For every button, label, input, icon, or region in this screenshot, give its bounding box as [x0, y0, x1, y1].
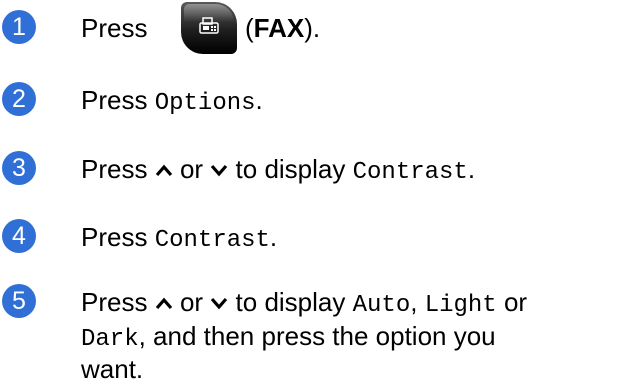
step-4: 4 Press Contrast.	[0, 219, 636, 259]
step-5-line-3: want.	[81, 354, 144, 384]
step-1-text: Press	[81, 13, 147, 43]
contrast-label: Contrast	[154, 227, 270, 254]
chevron-up-icon	[155, 164, 172, 177]
step-number-5: 5	[2, 284, 36, 318]
step-3: 3 Press or to display Contrast.	[0, 151, 636, 191]
step-number-3: 3	[2, 151, 36, 185]
chevron-up-icon	[155, 297, 172, 310]
step-number-4: 4	[2, 219, 36, 253]
fax-button[interactable]	[181, 2, 237, 54]
step-3-text: Press or to display Contrast.	[81, 154, 476, 186]
step-4-text: Press Contrast.	[81, 222, 278, 254]
step-1-press: Press	[81, 13, 148, 43]
dark-label: Dark	[81, 326, 139, 353]
step-number-1: 1	[2, 10, 36, 44]
fax-label: FAX	[253, 13, 305, 43]
chevron-down-icon	[211, 297, 228, 310]
contrast-label: Contrast	[352, 159, 468, 186]
step-1-fax-label: (FAX).	[245, 13, 321, 43]
step-2: 2 Press Options.	[0, 82, 636, 122]
step-1: 1 Press (FAX).	[0, 0, 636, 60]
step-5-line-1: Press or to display Auto, Light or	[81, 287, 528, 319]
auto-label: Auto	[352, 292, 411, 319]
fax-icon	[199, 17, 219, 34]
step-2-text: Press Options.	[81, 85, 263, 117]
step-5-line-2: Dark, and then press the option you	[81, 321, 496, 353]
chevron-down-icon	[211, 164, 228, 177]
options-label: Options	[154, 90, 256, 117]
step-number-2: 2	[2, 82, 36, 116]
light-label: Light	[424, 292, 497, 319]
step-5: 5 Press or to display Auto, Light or Dar…	[0, 284, 636, 384]
